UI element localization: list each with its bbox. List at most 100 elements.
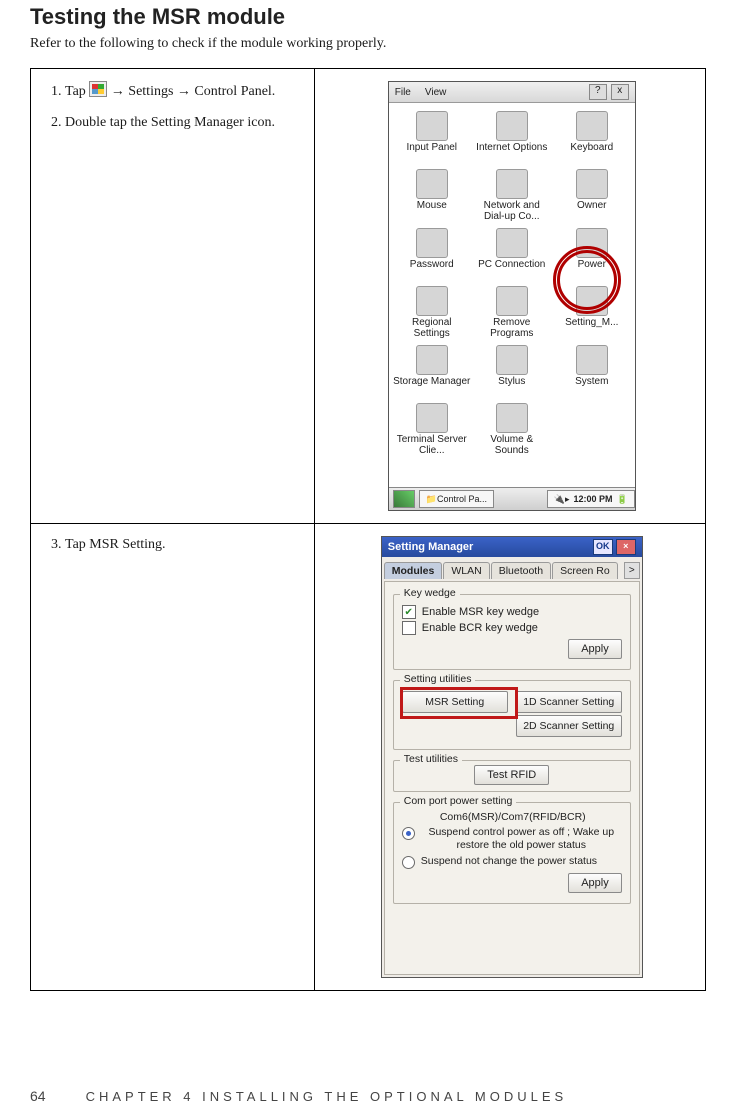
app-icon: [496, 169, 528, 199]
app-label: PC Connection: [478, 260, 545, 280]
checkbox-bcr-wedge[interactable]: [402, 621, 416, 635]
app-label: Password: [410, 260, 454, 280]
tray-icon: 🔌▸: [554, 494, 570, 505]
app-label: Mouse: [417, 201, 447, 221]
app-label: Storage Manager: [393, 377, 470, 397]
apply-button[interactable]: Apply: [568, 639, 622, 659]
app-label: Regional Settings: [393, 318, 471, 339]
app-label: Network and Dial-up Co...: [473, 201, 551, 222]
radio-suspend-keep[interactable]: [402, 856, 415, 869]
app-label: Stylus: [498, 377, 525, 397]
label-bcr-wedge: Enable BCR key wedge: [422, 622, 538, 634]
test-rfid-button[interactable]: Test RFID: [474, 765, 549, 785]
chapter-label: CHAPTER 4 INSTALLING THE OPTIONAL MODULE…: [86, 1089, 568, 1104]
legend-setting-utilities: Setting utilities: [400, 673, 476, 685]
help-button[interactable]: ?: [589, 84, 607, 100]
control-panel-item[interactable]: Mouse: [393, 169, 471, 222]
control-panel-item[interactable]: PC Connection: [473, 228, 551, 280]
app-label: Input Panel: [406, 143, 457, 163]
control-panel-item[interactable]: Terminal Server Clie...: [393, 403, 471, 456]
tab-bluetooth[interactable]: Bluetooth: [491, 562, 551, 579]
highlight-circle-inner: [557, 250, 617, 310]
control-panel-item[interactable]: System: [553, 345, 631, 397]
2d-scanner-setting-button[interactable]: 2D Scanner Setting: [516, 715, 622, 737]
control-panel-item[interactable]: Owner: [553, 169, 631, 222]
tab-screen-rotation[interactable]: Screen Ro: [552, 562, 618, 579]
tab-modules[interactable]: Modules: [384, 562, 443, 579]
app-icon: [496, 111, 528, 141]
app-label: Keyboard: [570, 143, 613, 163]
page-number: 64: [30, 1088, 46, 1104]
app-icon: [496, 403, 528, 433]
apply-button-2[interactable]: Apply: [568, 873, 622, 893]
tab-strip: Modules WLAN Bluetooth Screen Ro >: [382, 557, 642, 579]
legend-key-wedge: Key wedge: [400, 587, 460, 599]
app-label: Owner: [577, 201, 606, 221]
app-icon: [416, 345, 448, 375]
control-panel-item[interactable]: Volume & Sounds: [473, 403, 551, 456]
app-label: Remove Programs: [473, 318, 551, 339]
app-label: System: [575, 377, 608, 397]
battery-icon: 🔋: [617, 494, 628, 505]
group-test-utilities: Test utilities Test RFID: [393, 760, 631, 792]
app-icon: [416, 286, 448, 316]
label-msr-wedge: Enable MSR key wedge: [422, 606, 539, 618]
app-icon: [496, 228, 528, 258]
close-button[interactable]: x: [611, 84, 629, 100]
app-icon: [576, 345, 608, 375]
tabs-overflow[interactable]: >: [624, 562, 640, 579]
control-panel-item[interactable]: Internet Options: [473, 111, 551, 163]
control-panel-item[interactable]: Password: [393, 228, 471, 280]
section-title: Testing the MSR module: [30, 0, 706, 30]
1d-scanner-setting-button[interactable]: 1D Scanner Setting: [516, 691, 622, 713]
control-panel-item[interactable]: Regional Settings: [393, 286, 471, 339]
group-key-wedge: Key wedge ✔ Enable MSR key wedge Enable …: [393, 594, 631, 670]
control-panel-item[interactable]: Remove Programs: [473, 286, 551, 339]
instruction-table: Tap → Settings → Control Panel. Double t…: [30, 68, 706, 991]
app-label: Setting_M...: [565, 318, 618, 338]
intro-text: Refer to the following to check if the m…: [30, 36, 706, 52]
taskbar: 📁 Control Pa... 🔌▸ 12:00 PM 🔋: [389, 487, 635, 510]
tab-wlan[interactable]: WLAN: [443, 562, 489, 579]
com-port-sublabel: Com6(MSR)/Com7(RFID/BCR): [404, 811, 622, 823]
app-icon: [576, 111, 608, 141]
app-label: Internet Options: [476, 143, 547, 163]
step-1: Tap → Settings → Control Panel.: [65, 81, 302, 102]
checkbox-msr-wedge[interactable]: ✔: [402, 605, 416, 619]
close-button[interactable]: ×: [616, 539, 636, 555]
app-icon: [576, 169, 608, 199]
radio-suspend-off[interactable]: [402, 827, 415, 840]
app-icon: [416, 111, 448, 141]
windows-start-icon: [89, 81, 107, 97]
control-panel-item[interactable]: [553, 403, 631, 456]
step-3: Tap MSR Setting.: [65, 536, 302, 555]
app-icon: [496, 345, 528, 375]
menu-file[interactable]: File: [395, 87, 411, 98]
group-com-port-power: Com port power setting Com6(MSR)/Com7(RF…: [393, 802, 631, 904]
highlight-rectangle: [400, 687, 518, 719]
legend-test-utilities: Test utilities: [400, 753, 462, 765]
page-footer: 64 CHAPTER 4 INSTALLING THE OPTIONAL MOD…: [30, 1088, 706, 1104]
control-panel-item[interactable]: Keyboard: [553, 111, 631, 163]
control-panel-item[interactable]: Network and Dial-up Co...: [473, 169, 551, 222]
ok-button[interactable]: OK: [593, 539, 613, 555]
app-icon: [416, 403, 448, 433]
control-panel-item[interactable]: Stylus: [473, 345, 551, 397]
taskbar-item[interactable]: 📁 Control Pa...: [419, 490, 494, 508]
label-radio-2: Suspend not change the power status: [421, 855, 597, 868]
group-setting-utilities: Setting utilities MSR Setting 1D Scanner…: [393, 680, 631, 750]
dialog-title: Setting Manager: [388, 541, 474, 553]
step-2: Double tap the Setting Manager icon.: [65, 114, 302, 133]
screenshot-control-panel: File View ? x Input Panel Internet Option…: [388, 81, 636, 511]
app-icon: [416, 228, 448, 258]
app-icon: [416, 169, 448, 199]
label-radio-1: Suspend control power as off ; Wake up r…: [421, 826, 622, 852]
app-icon: [496, 286, 528, 316]
start-button[interactable]: [393, 490, 415, 508]
menu-view[interactable]: View: [425, 87, 447, 98]
screenshot-setting-manager: Setting Manager OK × Modules WLAN Blueto…: [381, 536, 643, 978]
control-panel-item[interactable]: Storage Manager: [393, 345, 471, 397]
system-tray[interactable]: 🔌▸ 12:00 PM 🔋: [547, 490, 635, 508]
app-label: Volume & Sounds: [473, 435, 551, 456]
control-panel-item[interactable]: Input Panel: [393, 111, 471, 163]
